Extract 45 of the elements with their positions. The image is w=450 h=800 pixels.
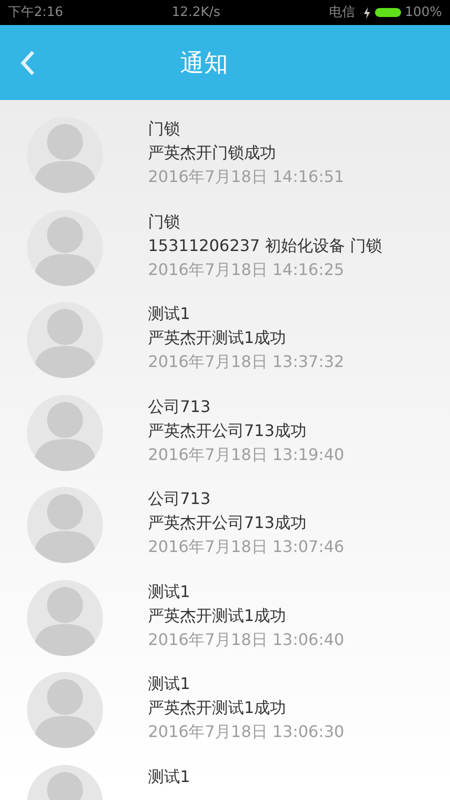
notification-title: 测试1: [148, 673, 192, 695]
avatar-icon: [27, 487, 103, 563]
notification-time: 2016年7月18日 13:37:32: [148, 351, 344, 373]
notification-title: 公司713: [148, 396, 212, 418]
notification-item[interactable]: 测试1 严英杰开测试1成功 2016年7月18日 13:37:32: [0, 285, 450, 378]
notification-item[interactable]: 公司713 严英杰开公司713成功 2016年7月18日 13:19:40: [0, 378, 450, 470]
status-time: 下午2:16: [8, 4, 64, 22]
notification-title: 测试1: [148, 303, 192, 325]
battery-icon: [374, 8, 401, 17]
notification-time: 2016年7月18日 13:19:40: [148, 444, 344, 466]
notification-time: 2016年7月18日 14:16:51: [148, 166, 344, 188]
notification-message: 严英杰开门锁成功: [148, 142, 277, 164]
avatar-icon: [27, 580, 103, 656]
notification-item[interactable]: 测试1: [0, 748, 450, 800]
notification-item[interactable]: 公司713 严英杰开公司713成功 2016年7月18日 13:07:46: [0, 470, 450, 562]
notification-title: 门锁: [148, 210, 181, 232]
notification-message: 严英杰开测试1成功: [148, 604, 288, 626]
notification-item[interactable]: 测试1 严英杰开测试1成功 2016年7月18日 13:06:40: [0, 562, 450, 655]
notification-time: 2016年7月18日 13:06:30: [148, 721, 344, 743]
notification-message: 15311206237 初始化设备 门锁: [148, 234, 382, 256]
avatar-icon: [27, 210, 103, 286]
avatar-icon: [27, 302, 103, 378]
notification-message: 严英杰开公司713成功: [148, 420, 308, 442]
notification-message: 严英杰开测试1成功: [148, 697, 288, 719]
notification-time: 2016年7月18日 13:06:40: [148, 628, 344, 650]
notification-item[interactable]: 门锁 严英杰开门锁成功 2016年7月18日 14:16:51: [0, 100, 450, 192]
notification-time: 2016年7月18日 14:16:25: [148, 258, 346, 280]
avatar-icon: [27, 672, 103, 748]
notification-item[interactable]: 门锁 15311206237 初始化设备 门锁 2016年7月18日 14:16:25: [0, 192, 450, 285]
notification-message: 严英杰开公司713成功: [148, 512, 308, 534]
avatar-icon: [27, 117, 103, 193]
notification-title: 测试1: [148, 766, 190, 788]
notification-message: 严英杰开测试1成功: [148, 327, 288, 349]
notification-time: 2016年7月18日 13:07:46: [148, 536, 344, 558]
notification-title: 门锁: [148, 118, 181, 140]
notification-title: 公司713: [148, 488, 212, 510]
carrier-name: 电信: [328, 4, 355, 22]
page-title: 通知: [180, 48, 228, 78]
charging-icon: [362, 6, 371, 18]
battery-percent: 100%: [404, 4, 442, 22]
avatar-icon: [27, 394, 103, 470]
network-speed: 12.2K/s: [170, 4, 222, 22]
back-icon: [20, 50, 36, 76]
notification-title: 测试1: [148, 580, 192, 602]
notification-item[interactable]: 测试1 严英杰开测试1成功 2016年7月18日 13:06:30: [0, 655, 450, 748]
